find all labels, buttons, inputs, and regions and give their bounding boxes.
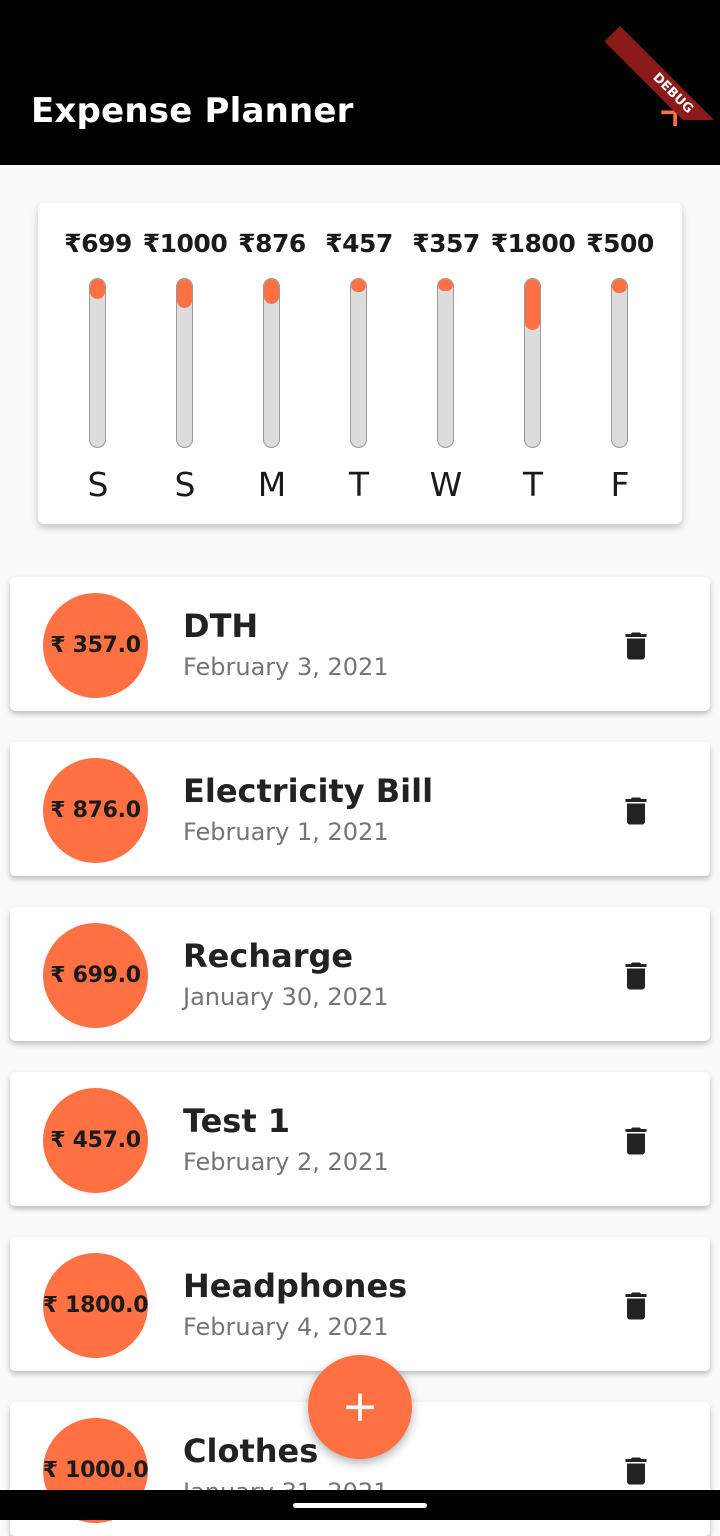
amount-text: ₹ 1800.0 xyxy=(42,1293,149,1318)
delete-icon[interactable] xyxy=(618,792,654,830)
system-nav-bar xyxy=(0,1490,720,1520)
chart-bar-2: ₹876 M xyxy=(229,203,315,524)
bar-amount-label: ₹876 xyxy=(238,229,306,258)
app-title: Expense Planner xyxy=(31,91,354,131)
transaction-card: ₹ 357.0 DTH February 3, 2021 xyxy=(10,577,710,711)
delete-icon[interactable] xyxy=(618,1287,654,1325)
bar-track xyxy=(437,278,454,448)
bar-day-label: T xyxy=(348,465,370,504)
chart-bar-5: ₹1800 T xyxy=(490,203,576,524)
transaction-title: Electricity Bill xyxy=(183,772,434,810)
amount-avatar: ₹ 457.0 xyxy=(43,1088,148,1193)
add-fab-button[interactable]: + xyxy=(308,1355,412,1459)
delete-icon[interactable] xyxy=(618,957,654,995)
bar-track xyxy=(524,278,541,448)
bar-fill xyxy=(438,279,453,291)
bar-amount-label: ₹1000 xyxy=(142,229,228,258)
chart-bar-6: ₹500 F xyxy=(577,203,663,524)
bar-fill xyxy=(177,279,192,308)
amount-avatar: ₹ 357.0 xyxy=(43,593,148,698)
transaction-card: ₹ 457.0 Test 1 February 2, 2021 xyxy=(10,1072,710,1206)
amount-avatar: ₹ 876.0 xyxy=(43,758,148,863)
chart-bar-3: ₹457 T xyxy=(316,203,402,524)
bar-track xyxy=(176,278,193,448)
transaction-date: February 2, 2021 xyxy=(183,1148,389,1176)
bar-amount-label: ₹699 xyxy=(64,229,132,258)
transaction-title: Recharge xyxy=(183,937,354,975)
bar-day-label: M xyxy=(257,465,287,504)
bar-day-label: W xyxy=(429,465,463,504)
bar-day-label: S xyxy=(87,465,109,504)
bar-fill xyxy=(351,279,366,293)
bar-fill xyxy=(264,279,279,304)
amount-text: ₹ 699.0 xyxy=(50,963,141,988)
bar-fill xyxy=(525,279,540,331)
chart-bar-0: ₹699 S xyxy=(55,203,141,524)
transaction-title: Clothes xyxy=(183,1432,319,1470)
transaction-date: February 3, 2021 xyxy=(183,653,389,681)
bar-track xyxy=(350,278,367,448)
bar-day-label: F xyxy=(610,465,630,504)
app-bar: Expense Planner + DEBUG xyxy=(0,0,720,165)
bar-day-label: T xyxy=(522,465,544,504)
delete-icon[interactable] xyxy=(618,1122,654,1160)
transaction-title: Headphones xyxy=(183,1267,408,1305)
delete-icon[interactable] xyxy=(618,627,654,665)
bar-amount-label: ₹357 xyxy=(412,229,480,258)
home-indicator[interactable] xyxy=(293,1503,427,1508)
amount-text: ₹ 876.0 xyxy=(50,798,141,823)
chart-bar-1: ₹1000 S xyxy=(142,203,228,524)
bar-track xyxy=(611,278,628,448)
delete-icon[interactable] xyxy=(618,1452,654,1490)
amount-text: ₹ 1000.0 xyxy=(42,1458,149,1483)
bar-day-label: S xyxy=(174,465,196,504)
transaction-card: ₹ 1800.0 Headphones February 4, 2021 xyxy=(10,1237,710,1371)
transaction-date: January 30, 2021 xyxy=(183,983,389,1011)
chart-bar-4: ₹357 W xyxy=(403,203,489,524)
bar-fill xyxy=(612,279,627,294)
transaction-title: Test 1 xyxy=(183,1102,291,1140)
amount-avatar: ₹ 1800.0 xyxy=(42,1253,149,1358)
bar-amount-label: ₹1800 xyxy=(490,229,576,258)
bar-amount-label: ₹500 xyxy=(586,229,654,258)
bar-fill xyxy=(90,279,105,299)
bar-track xyxy=(263,278,280,448)
transaction-title: DTH xyxy=(183,607,259,645)
transaction-card: ₹ 699.0 Recharge January 30, 2021 xyxy=(10,907,710,1041)
debug-label: DEBUG xyxy=(604,26,720,120)
bar-track xyxy=(89,278,106,448)
debug-banner: DEBUG xyxy=(600,0,720,120)
transaction-date: February 4, 2021 xyxy=(183,1313,389,1341)
transaction-date: February 1, 2021 xyxy=(183,818,389,846)
amount-text: ₹ 457.0 xyxy=(50,1128,141,1153)
weekly-chart: ₹699 S ₹1000 S ₹876 M ₹457 T ₹357 W ₹1800 T ₹500 F xyxy=(38,203,682,524)
bar-amount-label: ₹457 xyxy=(325,229,393,258)
amount-text: ₹ 357.0 xyxy=(50,633,141,658)
transaction-card: ₹ 876.0 Electricity Bill February 1, 2021 xyxy=(10,742,710,876)
amount-avatar: ₹ 699.0 xyxy=(43,923,148,1028)
